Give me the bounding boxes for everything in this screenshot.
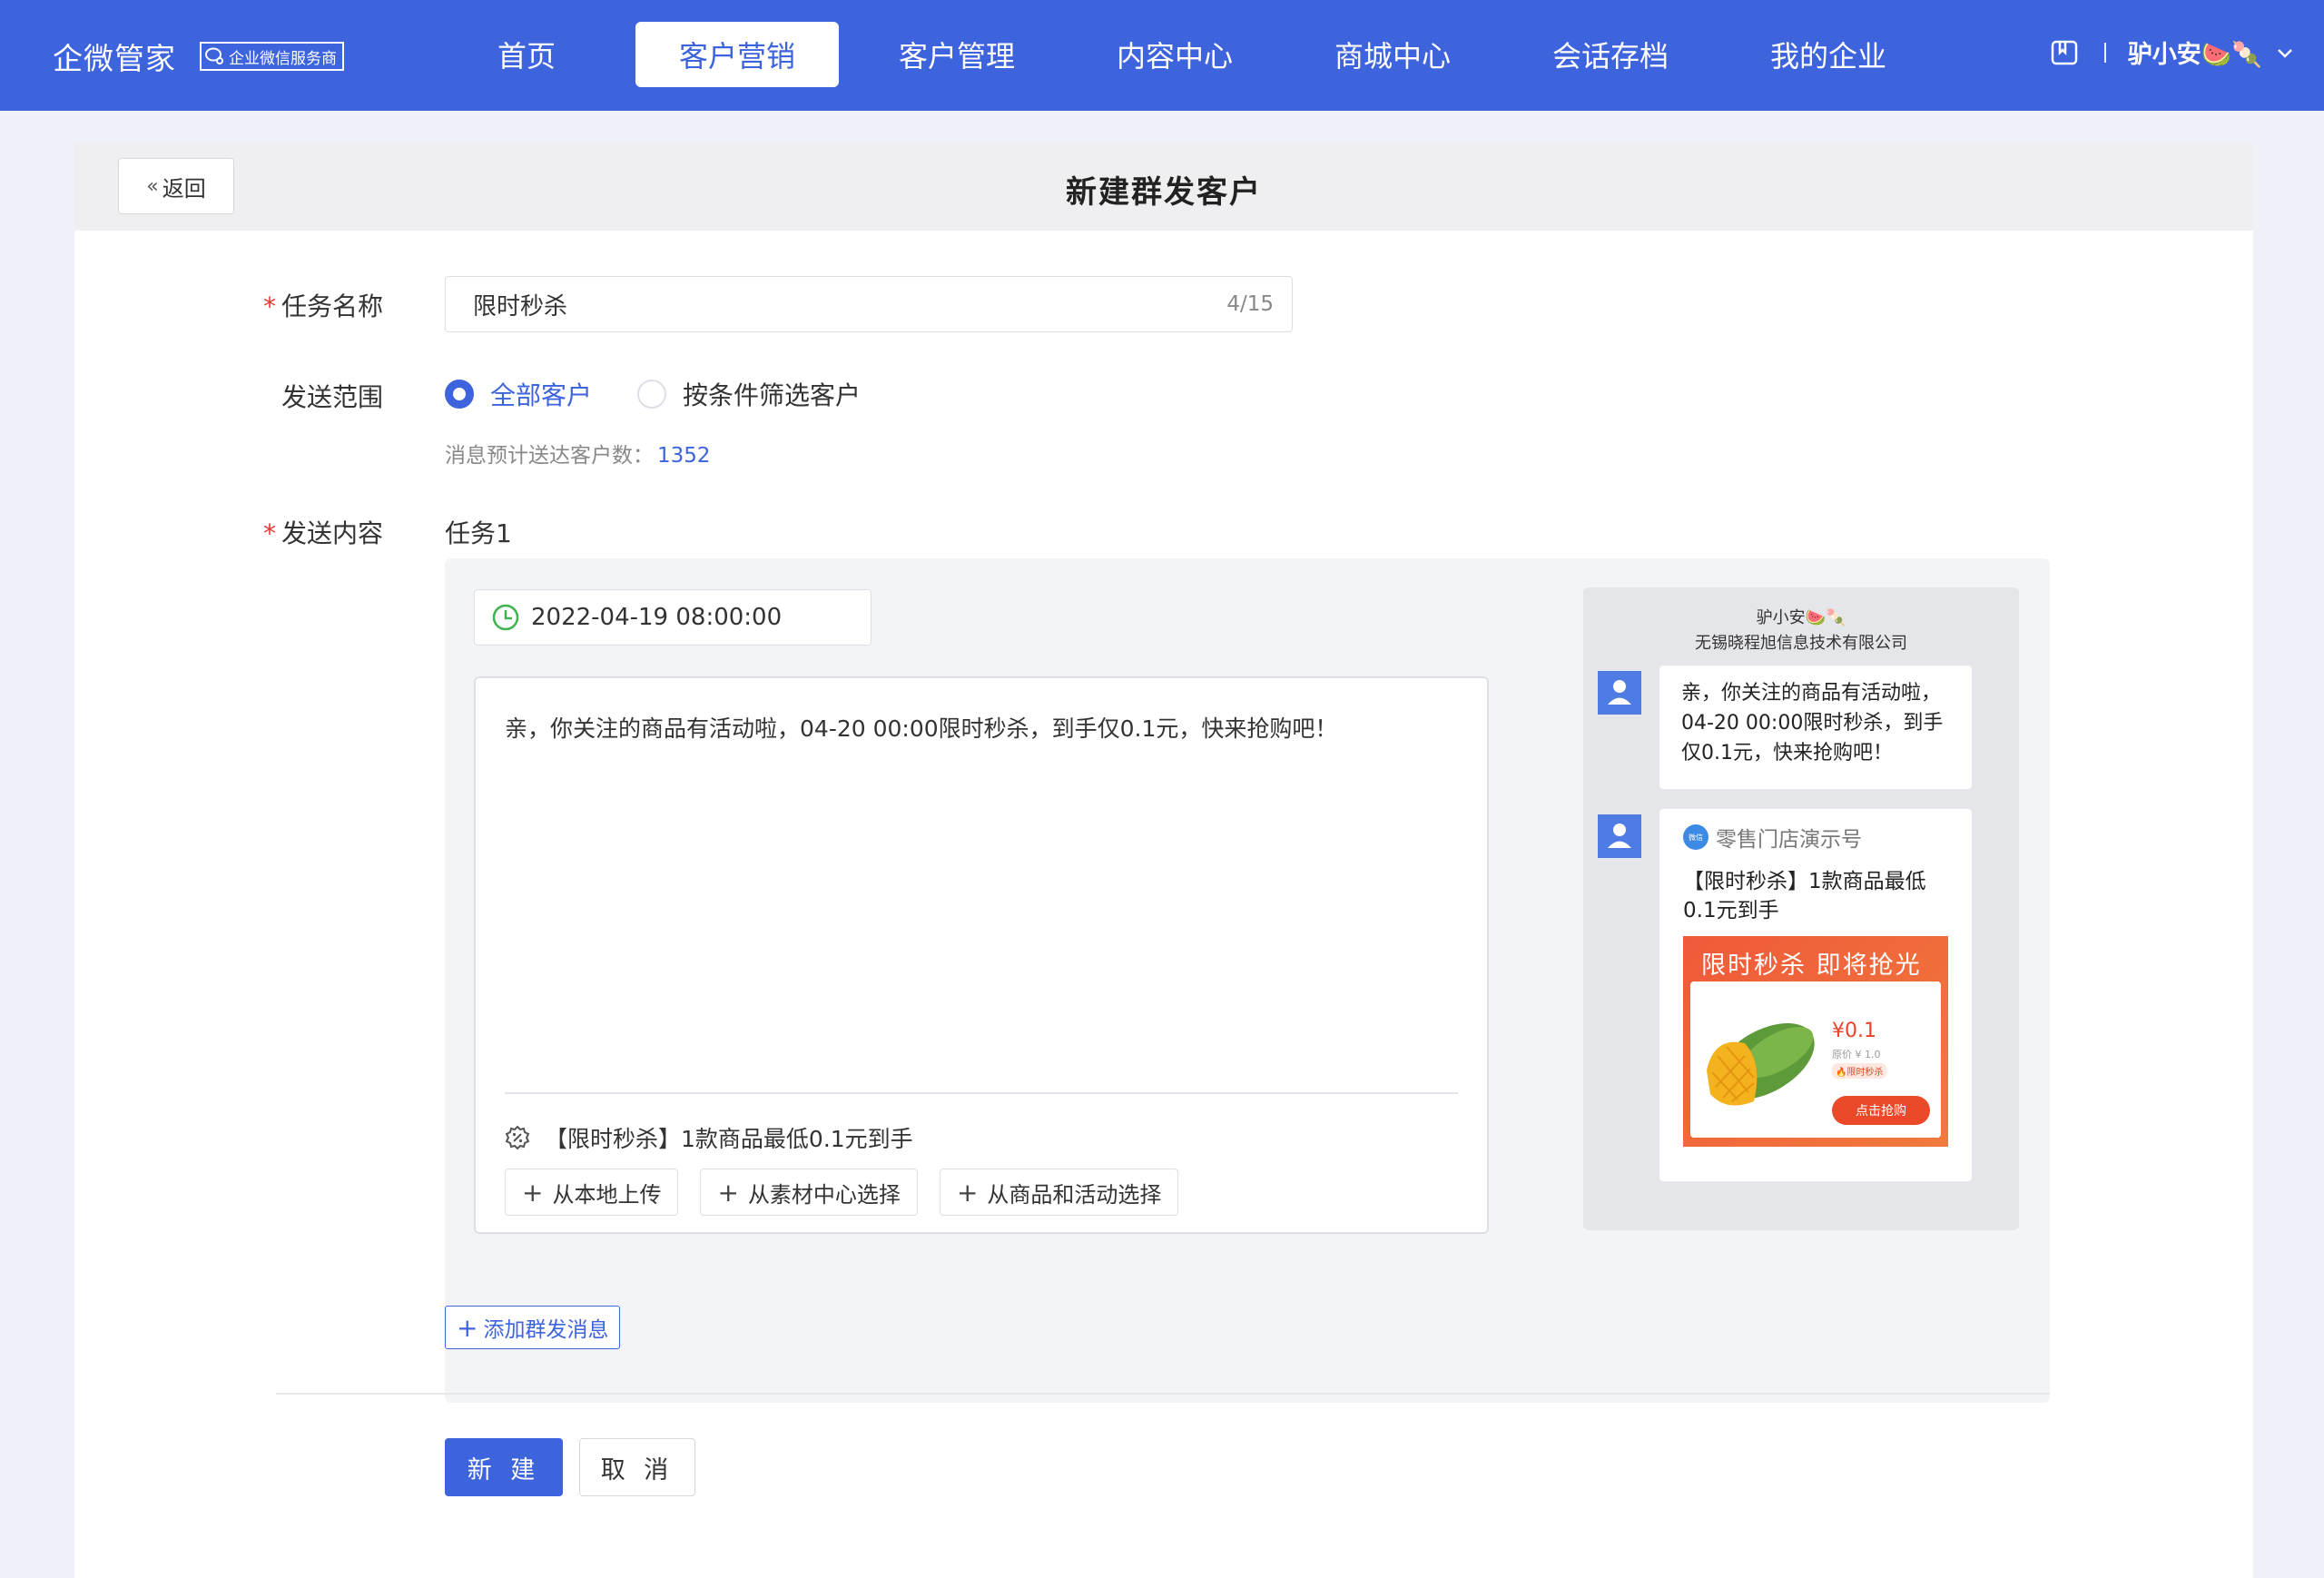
brand-name: 企微管家 xyxy=(53,41,176,76)
radio-filter-customers-label[interactable]: 按条件筛选客户 xyxy=(683,376,861,412)
user-icon xyxy=(1608,680,1631,705)
book-icon[interactable] xyxy=(2050,39,2079,66)
message-text[interactable]: 亲，你关注的商品有活动啦，04-20 00:00限时秒杀，到手仅0.1元，快来抢… xyxy=(505,711,1337,744)
task-name-input[interactable]: 限时秒杀 4/15 xyxy=(445,276,1293,332)
upload-local-button[interactable]: + 从本地上传 xyxy=(505,1169,679,1216)
cancel-button[interactable]: 取 消 xyxy=(579,1438,695,1496)
footer-divider xyxy=(276,1393,2050,1395)
estimate-count: 1352 xyxy=(657,444,711,468)
task-name-label: * 任务名称 xyxy=(262,291,383,321)
text-bubble: 亲，你关注的商品有活动啦，04-20 00:00限时秒杀，到手仅0.1元，快来抢… xyxy=(1659,666,1972,789)
estimate-text: 消息预计送达客户数： 1352 xyxy=(445,444,711,468)
mini-program-bubble: 微信 零售门店演示号 【限时秒杀】1款商品最低0.1元到手 限时秒杀 即将抢光 … xyxy=(1659,809,1972,1181)
page-title: 新建群发客户 xyxy=(1066,174,1262,211)
grab-button: 点击抢购 xyxy=(1832,1096,1930,1125)
nav-content-center[interactable]: 内容中心 xyxy=(1075,22,1275,87)
nav-customer-management[interactable]: 客户管理 xyxy=(857,22,1057,87)
user-name[interactable]: 驴小安🍉🍡 xyxy=(2128,35,2262,70)
avatar xyxy=(1598,814,1641,858)
main-nav: 首页 客户营销 客户管理 内容中心 商城中心 会话存档 我的企业 xyxy=(436,22,1946,87)
clock-icon xyxy=(492,604,519,631)
task-title: 任务1 xyxy=(445,518,512,548)
select-material-button[interactable]: + 从素材中心选择 xyxy=(700,1169,918,1216)
chevron-down-icon[interactable] xyxy=(2275,43,2295,63)
nav-session-archive[interactable]: 会话存档 xyxy=(1511,22,1710,87)
promo-title: 限时秒杀 即将抢光 xyxy=(1701,952,1922,980)
user-area: 驴小安🍉🍡 xyxy=(2050,35,2295,70)
preview-header: 驴小安🍉🍡 无锡晓程旭信息技术有限公司 xyxy=(1583,606,2019,656)
nav-customer-marketing[interactable]: 客户营销 xyxy=(635,22,839,87)
nav-home[interactable]: 首页 xyxy=(436,22,617,87)
message-preview: 驴小安🍉🍡 无锡晓程旭信息技术有限公司 亲，你关注的商品有活动啦，04-20 0… xyxy=(1583,587,2019,1230)
mini-program-title: 【限时秒杀】1款商品最低0.1元到手 xyxy=(1683,870,1926,922)
preview-company: 无锡晓程旭信息技术有限公司 xyxy=(1695,634,1907,653)
required-asterisk: * xyxy=(262,291,276,321)
add-broadcast-message-button[interactable]: + 添加群发消息 xyxy=(445,1306,621,1349)
mango-image xyxy=(1707,1022,1815,1106)
attachment-item[interactable]: 【限时秒杀】1款商品最低0.1元到手 xyxy=(505,1121,913,1154)
attachment-title: 【限时秒杀】1款商品最低0.1元到手 xyxy=(545,1126,913,1152)
radio-all-customers-label[interactable]: 全部客户 xyxy=(490,376,592,412)
promo-price: ¥0.1 xyxy=(1832,1020,1876,1042)
editor-divider xyxy=(505,1092,1458,1094)
discount-icon xyxy=(505,1125,530,1150)
original-price: 原价 ¥ 1.0 xyxy=(1832,1049,1881,1060)
nav-mall-center[interactable]: 商城中心 xyxy=(1293,22,1492,87)
scope-radio-group: 全部客户 按条件筛选客户 xyxy=(445,376,906,412)
divider xyxy=(2103,42,2106,63)
top-navigation-bar: 企微管家 企业微信服务商 首页 客户营销 客户管理 内容中心 商城中心 会话存档… xyxy=(0,0,2324,111)
mini-program-logo-icon: 微信 xyxy=(1683,824,1709,850)
message-editor[interactable]: 亲，你关注的商品有活动啦，04-20 00:00限时秒杀，到手仅0.1元，快来抢… xyxy=(474,676,1489,1234)
create-button[interactable]: 新 建 xyxy=(445,1438,563,1496)
preview-sender: 驴小安🍉🍡 xyxy=(1756,608,1846,627)
mini-program-name: 零售门店演示号 xyxy=(1716,828,1862,852)
promo-card: ¥0.1 原价 ¥ 1.0 🔥限时秒杀 点击抢购 xyxy=(1690,981,1941,1138)
nav-my-enterprise[interactable]: 我的企业 xyxy=(1728,22,1928,87)
select-product-button[interactable]: + 从商品和活动选择 xyxy=(939,1169,1179,1216)
char-count: 4/15 xyxy=(1226,292,1274,316)
form-card: « 返回 新建群发客户 * 任务名称 限时秒杀 4/15 发送范围 全部客户 按条… xyxy=(74,142,2253,1578)
required-asterisk: * xyxy=(262,518,276,548)
datetime-picker[interactable]: 2022-04-19 08:00:00 xyxy=(474,589,872,646)
content-label: * 发送内容 xyxy=(262,518,383,548)
service-provider-badge: 企业微信服务商 xyxy=(200,42,344,71)
avatar xyxy=(1598,671,1641,715)
plus-icon: + xyxy=(522,1177,544,1208)
badge-text: 企业微信服务商 xyxy=(229,49,337,68)
plus-icon: + xyxy=(956,1177,979,1208)
upload-button-row: + 从本地上传 + 从素材中心选择 + 从商品和活动选择 xyxy=(505,1169,1200,1216)
task-name-value: 限时秒杀 xyxy=(473,292,568,321)
scope-label: 发送范围 xyxy=(281,382,383,412)
datetime-value: 2022-04-19 08:00:00 xyxy=(531,604,783,631)
plus-icon: + xyxy=(457,1312,478,1343)
radio-all-customers[interactable] xyxy=(445,380,474,409)
card-header: « 返回 新建群发客户 xyxy=(74,142,2253,231)
promo-image: 限时秒杀 即将抢光 ¥0.1 原价 ¥ 1.0 🔥限时秒杀 点击抢购 xyxy=(1683,936,1948,1147)
plus-icon: + xyxy=(717,1177,739,1208)
flash-sale-tag: 🔥限时秒杀 xyxy=(1832,1063,1887,1079)
user-icon xyxy=(1608,824,1631,848)
radio-filter-customers[interactable] xyxy=(637,380,667,409)
task-panel: 2022-04-19 08:00:00 亲，你关注的商品有活动啦，04-20 0… xyxy=(445,558,2050,1403)
mini-program-header: 微信 零售门店演示号 xyxy=(1683,822,1948,853)
brand[interactable]: 企微管家 企业微信服务商 xyxy=(53,35,344,78)
wecom-chat-icon xyxy=(205,47,223,64)
